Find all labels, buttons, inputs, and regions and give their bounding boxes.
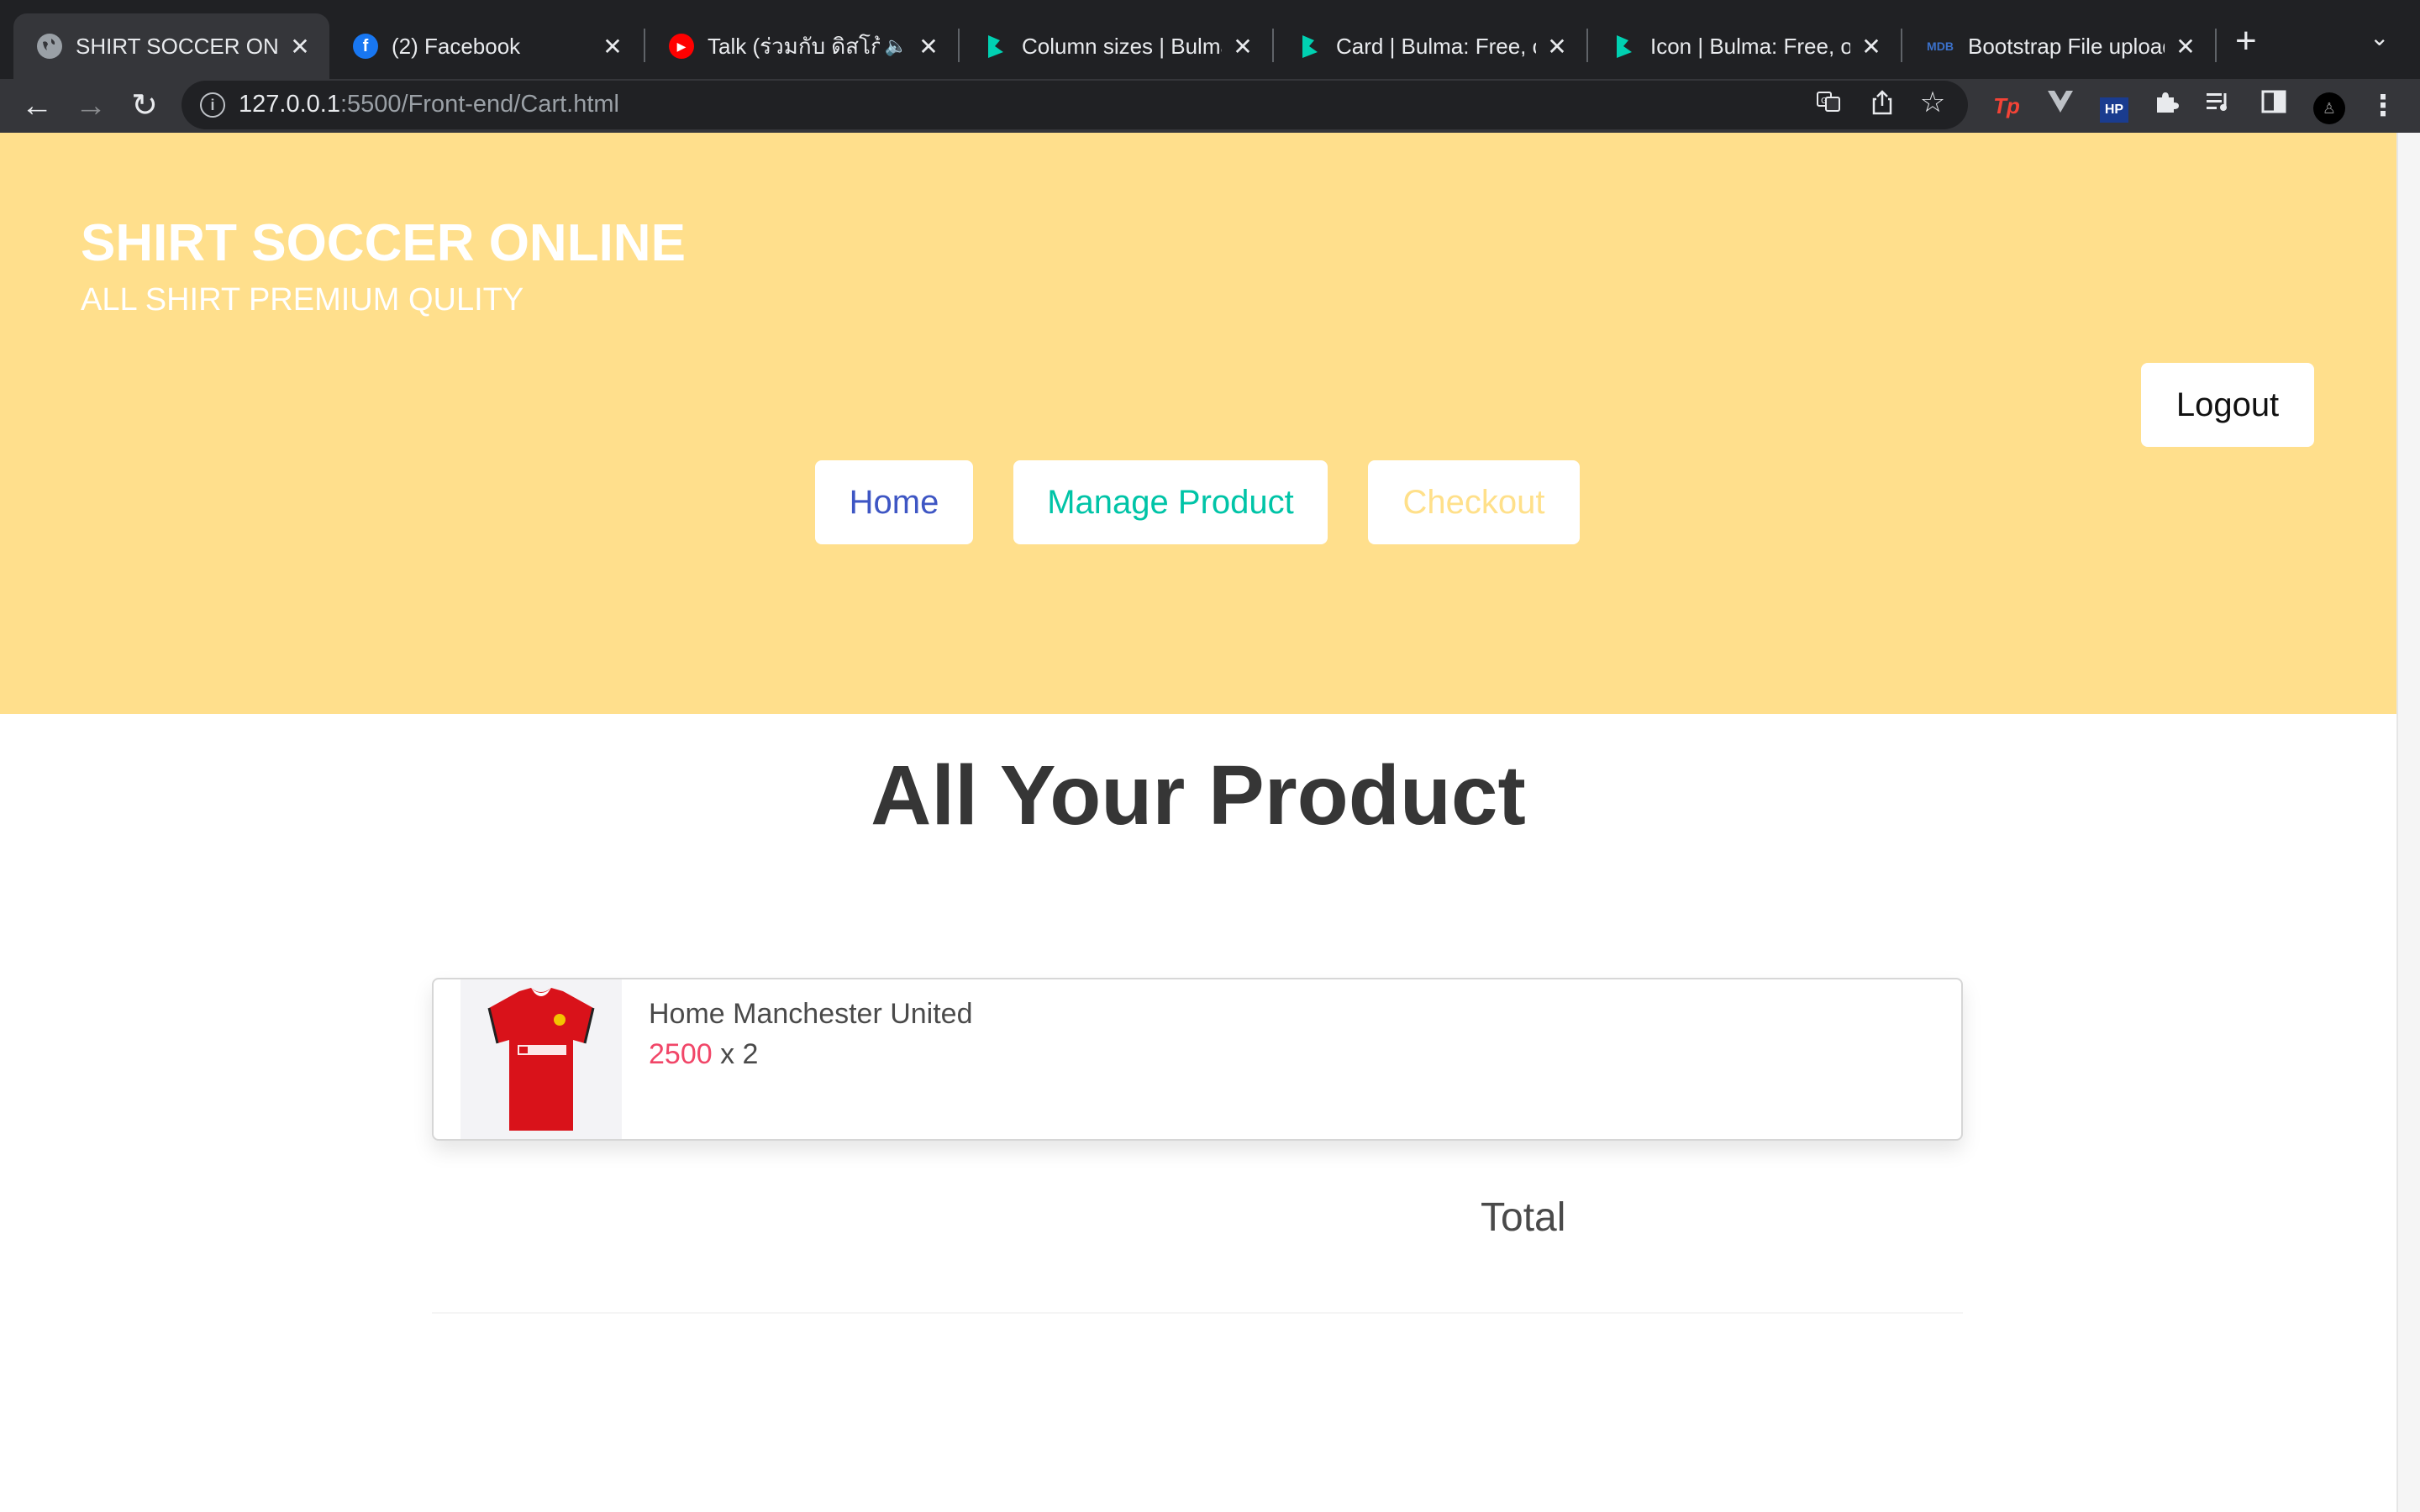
manage-product-button[interactable]: Manage Product: [1013, 460, 1328, 544]
forward-arrow-icon[interactable]: →: [67, 82, 114, 129]
browser-toolbar: ← → ↻ i 127.0.0.1:5500/Front-end/Cart.ht…: [0, 79, 2420, 133]
globe-icon: [37, 34, 62, 59]
url-path: :5500/Front-end/Cart.html: [339, 91, 619, 118]
tab-icon-bulma[interactable]: Icon | Bulma: Free, op ✕: [1588, 13, 1901, 79]
cart-item-card: Home Manchester United 2500 x 2: [432, 978, 1963, 1141]
tab-title: Bootstrap File upload: [1968, 33, 2165, 59]
youtube-icon: ▶: [669, 34, 694, 59]
product-price-quantity: 2500 x 2: [649, 1038, 758, 1071]
site-subtitle: ALL SHIRT PREMIUM QULITY: [81, 282, 524, 318]
tab-talk-youtube[interactable]: ▶ Talk (ร่วมกับ ดิสโก้ 🔈 ✕: [645, 13, 958, 79]
product-name: Home Manchester United: [649, 998, 973, 1030]
bulma-icon: [1297, 34, 1323, 59]
product-quantity: x 2: [720, 1038, 759, 1070]
svg-text:G: G: [1821, 97, 1828, 106]
bulma-icon: [1612, 34, 1637, 59]
puzzle-extensions-icon[interactable]: [2149, 89, 2183, 123]
scrollbar[interactable]: [2396, 133, 2420, 1512]
product-image: [460, 979, 622, 1139]
close-icon[interactable]: ✕: [1230, 33, 1255, 60]
close-icon[interactable]: ✕: [1859, 33, 1884, 60]
tab-title: Icon | Bulma: Free, op: [1650, 33, 1850, 59]
translate-icon[interactable]: G: [1812, 89, 1845, 121]
close-icon[interactable]: ✕: [287, 33, 313, 60]
bulma-icon: [983, 34, 1008, 59]
close-icon[interactable]: ✕: [916, 33, 941, 60]
reload-icon[interactable]: ↻: [121, 82, 168, 129]
back-arrow-icon[interactable]: ←: [13, 82, 60, 129]
chevron-down-icon[interactable]: ⌄: [2370, 24, 2389, 51]
close-icon[interactable]: ✕: [2173, 33, 2198, 60]
divider: [432, 1312, 1963, 1314]
url-text[interactable]: 127.0.0.1:5500/Front-end/Cart.html: [239, 91, 619, 118]
tab-column-sizes[interactable]: Column sizes | Bulma: ✕: [960, 13, 1272, 79]
tab-title: SHIRT SOCCER ONLINE: [76, 33, 279, 59]
page-title: All Your Product: [871, 748, 1526, 843]
tab-title: Talk (ร่วมกับ ดิสโก้: [708, 33, 880, 59]
profile-avatar[interactable]: ♙: [2312, 89, 2346, 124]
bookmark-star-icon[interactable]: ☆: [1916, 86, 1949, 119]
home-button[interactable]: Home: [815, 460, 973, 544]
tab-title: Card | Bulma: Free, op: [1336, 33, 1536, 59]
tab-strip: SHIRT SOCCER ONLINE ✕ f (2) Facebook ✕ ▶…: [0, 0, 2420, 79]
tab-title: (2) Facebook: [392, 33, 521, 59]
product-price: 2500: [649, 1038, 713, 1070]
mdb-icon: MDB: [1927, 39, 1954, 53]
tab-shirt-soccer[interactable]: SHIRT SOCCER ONLINE ✕: [13, 13, 329, 79]
page-viewport: SHIRT SOCCER ONLINE ALL SHIRT PREMIUM QU…: [0, 133, 2396, 1512]
share-icon[interactable]: [1865, 89, 1899, 123]
more-menu-icon[interactable]: ⋮: [2366, 89, 2400, 123]
side-panel-icon[interactable]: [2257, 89, 2291, 123]
url-host: 127.0.0.1: [239, 91, 340, 118]
tp-extension-icon[interactable]: Tp: [1990, 89, 2023, 123]
address-bar[interactable]: i 127.0.0.1:5500/Front-end/Cart.html G ☆: [182, 81, 1968, 129]
info-icon[interactable]: i: [200, 92, 225, 118]
tab-facebook[interactable]: f (2) Facebook ✕: [329, 13, 642, 79]
site-title: SHIRT SOCCER ONLINE: [81, 214, 686, 272]
checkout-button[interactable]: Checkout: [1368, 460, 1580, 544]
close-icon[interactable]: ✕: [600, 33, 625, 60]
tab-separator: [2215, 29, 2217, 62]
media-queue-icon[interactable]: [2202, 89, 2235, 123]
new-tab-icon[interactable]: +: [2235, 20, 2257, 62]
tab-card-bulma[interactable]: Card | Bulma: Free, op ✕: [1274, 13, 1586, 79]
total-label: Total: [1481, 1195, 1566, 1240]
facebook-icon: f: [353, 34, 378, 59]
tab-bootstrap-upload[interactable]: MDB Bootstrap File upload ✕: [1902, 13, 2215, 79]
close-icon[interactable]: ✕: [1544, 33, 1570, 60]
tab-title: Column sizes | Bulma:: [1022, 33, 1222, 59]
vue-extension-icon[interactable]: [2044, 89, 2077, 123]
hero-section: SHIRT SOCCER ONLINE ALL SHIRT PREMIUM QU…: [0, 133, 2396, 714]
logout-button[interactable]: Logout: [2141, 363, 2314, 447]
speaker-icon[interactable]: 🔈: [885, 35, 908, 57]
hp-extension-icon[interactable]: HP: [2097, 89, 2131, 123]
